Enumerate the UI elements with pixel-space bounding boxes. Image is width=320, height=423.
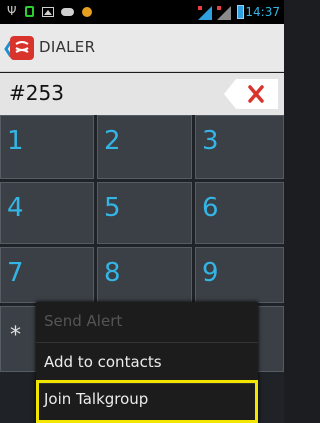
key-8[interactable]: 8 (97, 247, 192, 303)
signal-icon (217, 5, 231, 20)
key-label: 5 (104, 193, 121, 223)
close-icon (224, 79, 278, 109)
status-time: 14:37 (245, 5, 280, 19)
signal-icon (198, 5, 212, 20)
key-6[interactable]: 6 (195, 182, 284, 244)
app-logo-icon[interactable] (10, 36, 34, 60)
action-bar: ❮ DIALER (0, 24, 284, 72)
key-5[interactable]: 5 (97, 182, 192, 244)
key-9[interactable]: 9 (195, 247, 284, 303)
dot-icon (82, 7, 92, 17)
menu-item-send-alert: Send Alert (36, 302, 258, 342)
key-label: 3 (202, 126, 219, 156)
status-bar: Ψ 14:37 (0, 0, 284, 24)
key-2[interactable]: 2 (97, 115, 192, 179)
key-label: 6 (202, 193, 219, 223)
menu-item-add-to-contacts[interactable]: Add to contacts (36, 343, 258, 383)
delete-button[interactable] (224, 79, 278, 109)
image-icon (42, 7, 54, 17)
popup-menu: Send Alert Add to contacts Join Talkgrou… (36, 302, 258, 423)
key-1[interactable]: 1 (0, 115, 94, 179)
notification-icon (25, 6, 34, 17)
key-label: 9 (202, 258, 219, 288)
cloud-icon (61, 8, 74, 16)
key-label: * (10, 323, 21, 348)
key-label: 8 (104, 258, 121, 288)
key-label: 2 (104, 126, 121, 156)
dial-number-field[interactable]: #253 (0, 73, 284, 115)
usb-icon: Ψ (7, 4, 17, 18)
key-3[interactable]: 3 (195, 115, 284, 179)
key-7[interactable]: 7 (0, 247, 94, 303)
page-title: DIALER (39, 38, 96, 56)
menu-item-join-talkgroup[interactable]: Join Talkgroup (36, 380, 258, 423)
dial-number-text: #253 (9, 81, 64, 105)
battery-icon (237, 5, 244, 19)
key-label: 1 (7, 126, 24, 156)
key-label: 4 (7, 193, 24, 223)
key-label: 7 (7, 258, 24, 288)
menu-item-label: Add to contacts (44, 353, 162, 371)
menu-item-label: Join Talkgroup (44, 390, 149, 408)
key-4[interactable]: 4 (0, 182, 94, 244)
menu-item-label: Send Alert (44, 312, 123, 330)
